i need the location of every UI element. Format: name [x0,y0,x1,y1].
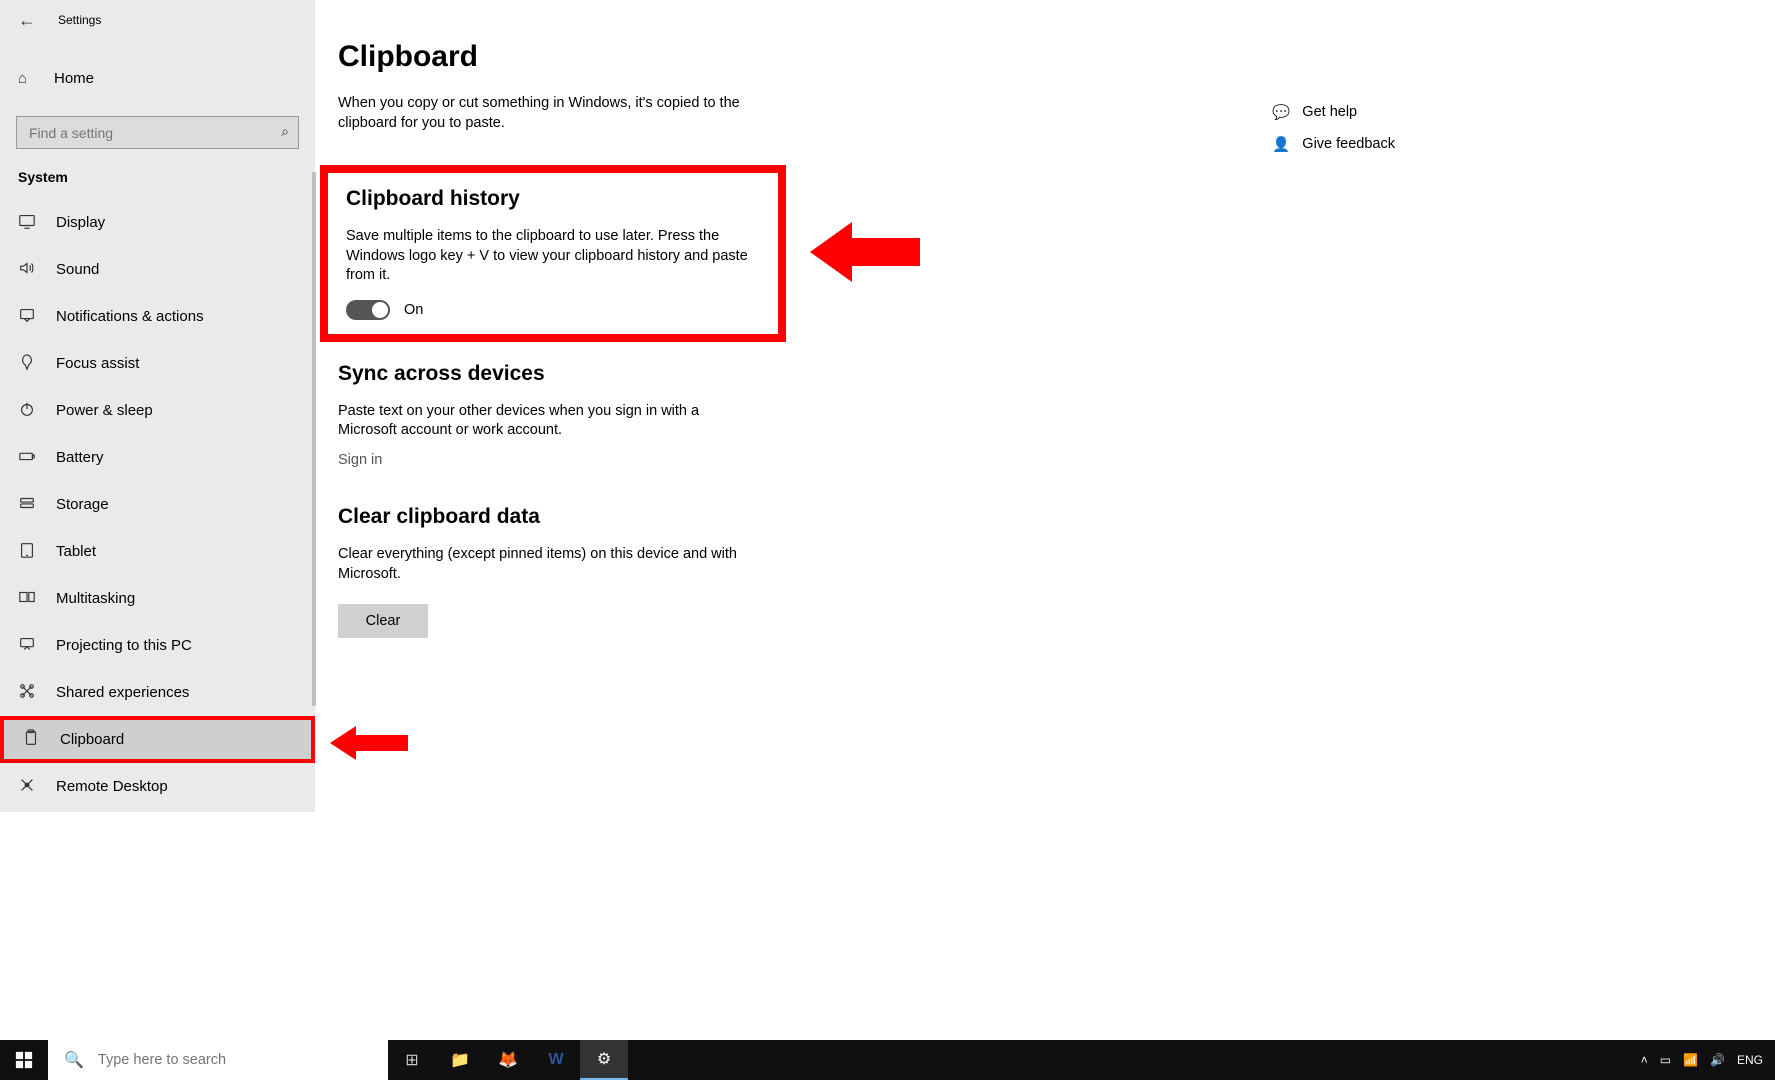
sidebar-item-display[interactable]: Display [0,199,315,246]
clipboard-history-desc: Save multiple items to the clipboard to … [346,227,766,286]
clipboard-history-toggle-label: On [404,302,423,318]
annotation-arrow-large [810,222,920,282]
right-links: 💬 Get help 👤 Give feedback [1272,96,1395,160]
taskbar-file-explorer[interactable]: 📁 [436,1040,484,1080]
sidebar-item-multitasking[interactable]: Multitasking [0,575,315,622]
page-intro: When you copy or cut something in Window… [338,94,748,133]
nav-list: Display Sound Notifications & actions Fo… [0,199,315,810]
multitasking-icon [18,588,36,610]
sidebar-item-label: Notifications & actions [56,308,204,325]
clear-button[interactable]: Clear [338,604,428,638]
tray-chevron-up-icon[interactable]: ˄ [1641,1053,1648,1067]
storage-icon [18,494,36,516]
shared-exp-icon [18,682,36,704]
sidebar-item-power-sleep[interactable]: Power & sleep [0,387,315,434]
sidebar-item-battery[interactable]: Battery [0,434,315,481]
sidebar-item-label: Battery [56,449,104,466]
sidebar-item-projecting[interactable]: Projecting to this PC [0,622,315,669]
sidebar-item-label: Storage [56,496,109,513]
sidebar-item-label: Projecting to this PC [56,637,192,654]
gear-icon: ⚙ [597,1049,611,1069]
window-title: Settings [58,13,101,27]
sidebar-item-remote-desktop[interactable]: Remote Desktop [0,763,315,810]
taskbar-firefox[interactable]: 🦊 [484,1040,532,1080]
sign-in-link[interactable]: Sign in [338,452,382,468]
firefox-icon: 🦊 [498,1050,518,1070]
tray-language[interactable]: ENG [1737,1053,1763,1067]
sync-desc: Paste text on your other devices when yo… [338,402,748,441]
projecting-icon [18,635,36,657]
category-heading: System [0,149,315,193]
folder-icon: 📁 [450,1050,470,1070]
sidebar-item-label: Shared experiences [56,684,189,701]
home-label: Home [54,70,94,87]
task-view-icon: ⊞ [405,1050,418,1070]
home-icon: ⌂ [18,70,34,87]
sidebar-item-notifications[interactable]: Notifications & actions [0,293,315,340]
search-icon: ⌕ [281,123,289,140]
clipboard-history-toggle[interactable] [346,300,390,320]
annotation-arrow-small [330,726,408,760]
sound-icon [18,259,36,281]
back-icon[interactable]: ← [18,10,36,31]
taskbar-task-view[interactable]: ⊞ [388,1040,436,1080]
power-icon [18,400,36,422]
taskbar-tray: ˄ ▭ 📶 🔊 ENG [1641,1053,1775,1067]
clipboard-history-heading: Clipboard history [346,187,768,211]
taskbar: 🔍 ⊞ 📁 🦊 W ⚙ ˄ ▭ 📶 🔊 ENG [0,1040,1775,1080]
remote-desktop-icon [18,776,36,798]
search-input[interactable] [16,116,299,149]
sidebar-item-clipboard[interactable]: Clipboard [0,716,315,763]
sidebar-scrollbar[interactable] [312,172,316,706]
start-button[interactable] [0,1040,48,1080]
focus-assist-icon [18,353,36,375]
help-icon: 💬 [1272,104,1288,121]
notifications-icon [18,306,36,328]
get-help-link[interactable]: 💬 Get help [1272,96,1395,128]
display-icon [18,212,36,234]
give-feedback-link[interactable]: 👤 Give feedback [1272,128,1395,160]
taskbar-search-input[interactable] [98,1052,358,1068]
sidebar-item-label: Remote Desktop [56,778,168,795]
page-title: Clipboard [338,40,1138,74]
tray-battery-icon[interactable]: ▭ [1660,1053,1671,1067]
sync-heading: Sync across devices [338,362,1138,386]
sidebar-item-tablet[interactable]: Tablet [0,528,315,575]
sidebar-item-label: Multitasking [56,590,135,607]
sync-section: Sync across devices Paste text on your o… [338,362,1138,469]
main-content: Clipboard When you copy or cut something… [338,40,1138,638]
sidebar-item-sound[interactable]: Sound [0,246,315,293]
taskbar-search[interactable]: 🔍 [48,1040,388,1080]
settings-sidebar: ← Settings ⌂ Home ⌕ System Display Sound… [0,0,315,812]
windows-icon [15,1051,33,1069]
sidebar-item-label: Focus assist [56,355,139,372]
search-icon: 🔍 [64,1050,84,1070]
taskbar-settings[interactable]: ⚙ [580,1040,628,1080]
sidebar-item-label: Clipboard [60,731,124,748]
sidebar-item-label: Sound [56,261,99,278]
clear-heading: Clear clipboard data [338,505,1138,529]
word-icon: W [548,1051,563,1069]
sidebar-item-focus-assist[interactable]: Focus assist [0,340,315,387]
sidebar-item-label: Power & sleep [56,402,153,419]
home-button[interactable]: ⌂ Home [0,58,315,98]
clipboard-icon [22,729,40,751]
sidebar-item-storage[interactable]: Storage [0,481,315,528]
tray-wifi-icon[interactable]: 📶 [1683,1053,1698,1067]
clear-section: Clear clipboard data Clear everything (e… [338,505,1138,638]
search-container: ⌕ [16,116,299,149]
get-help-label: Get help [1302,104,1357,120]
sidebar-item-label: Tablet [56,543,96,560]
clear-desc: Clear everything (except pinned items) o… [338,545,748,584]
tray-volume-icon[interactable]: 🔊 [1710,1053,1725,1067]
taskbar-word[interactable]: W [532,1040,580,1080]
give-feedback-label: Give feedback [1302,136,1395,152]
tablet-icon [18,541,36,563]
clipboard-history-section: Clipboard history Save multiple items to… [320,165,786,342]
sidebar-item-shared-experiences[interactable]: Shared experiences [0,669,315,716]
battery-icon [18,447,36,469]
sidebar-item-label: Display [56,214,105,231]
feedback-icon: 👤 [1272,136,1288,153]
